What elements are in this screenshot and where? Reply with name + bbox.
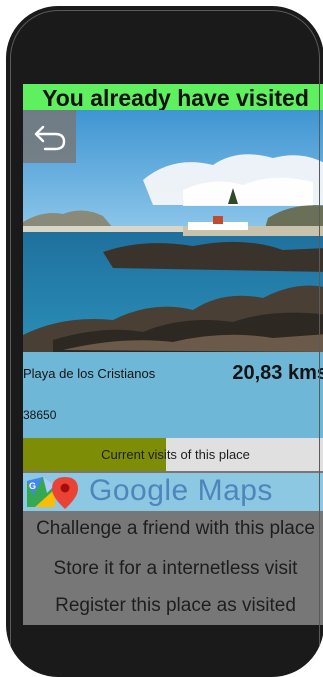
- svg-text:G: G: [29, 481, 36, 491]
- store-offline-button[interactable]: Store it for a internetless visit: [23, 552, 323, 586]
- visits-progress-bar: Current visits of this place: [23, 438, 323, 471]
- app-screen: You already have visited Playa de los Cr…: [23, 84, 323, 625]
- google-maps-pin-icon: G: [27, 477, 78, 509]
- place-info-panel: Playa de los Cristianos 20,83 kms 38650: [23, 352, 323, 438]
- google-maps-button[interactable]: G Google Maps: [23, 473, 323, 511]
- google-maps-label: Google Maps: [89, 474, 273, 507]
- back-arrow-icon: [34, 125, 65, 150]
- place-photo: [23, 110, 323, 352]
- postal-code: 38650: [23, 408, 57, 422]
- visited-banner: You already have visited: [23, 84, 323, 110]
- back-button[interactable]: [23, 110, 76, 163]
- place-distance: 20,83 kms: [232, 362, 323, 384]
- visits-label: Current visits of this place: [101, 447, 250, 462]
- place-name: Playa de los Cristianos: [23, 366, 156, 381]
- register-visited-button[interactable]: Register this place as visited: [23, 589, 323, 623]
- challenge-friend-button[interactable]: Challenge a friend with this place: [23, 512, 323, 546]
- phone-frame: You already have visited Playa de los Cr…: [6, 6, 323, 677]
